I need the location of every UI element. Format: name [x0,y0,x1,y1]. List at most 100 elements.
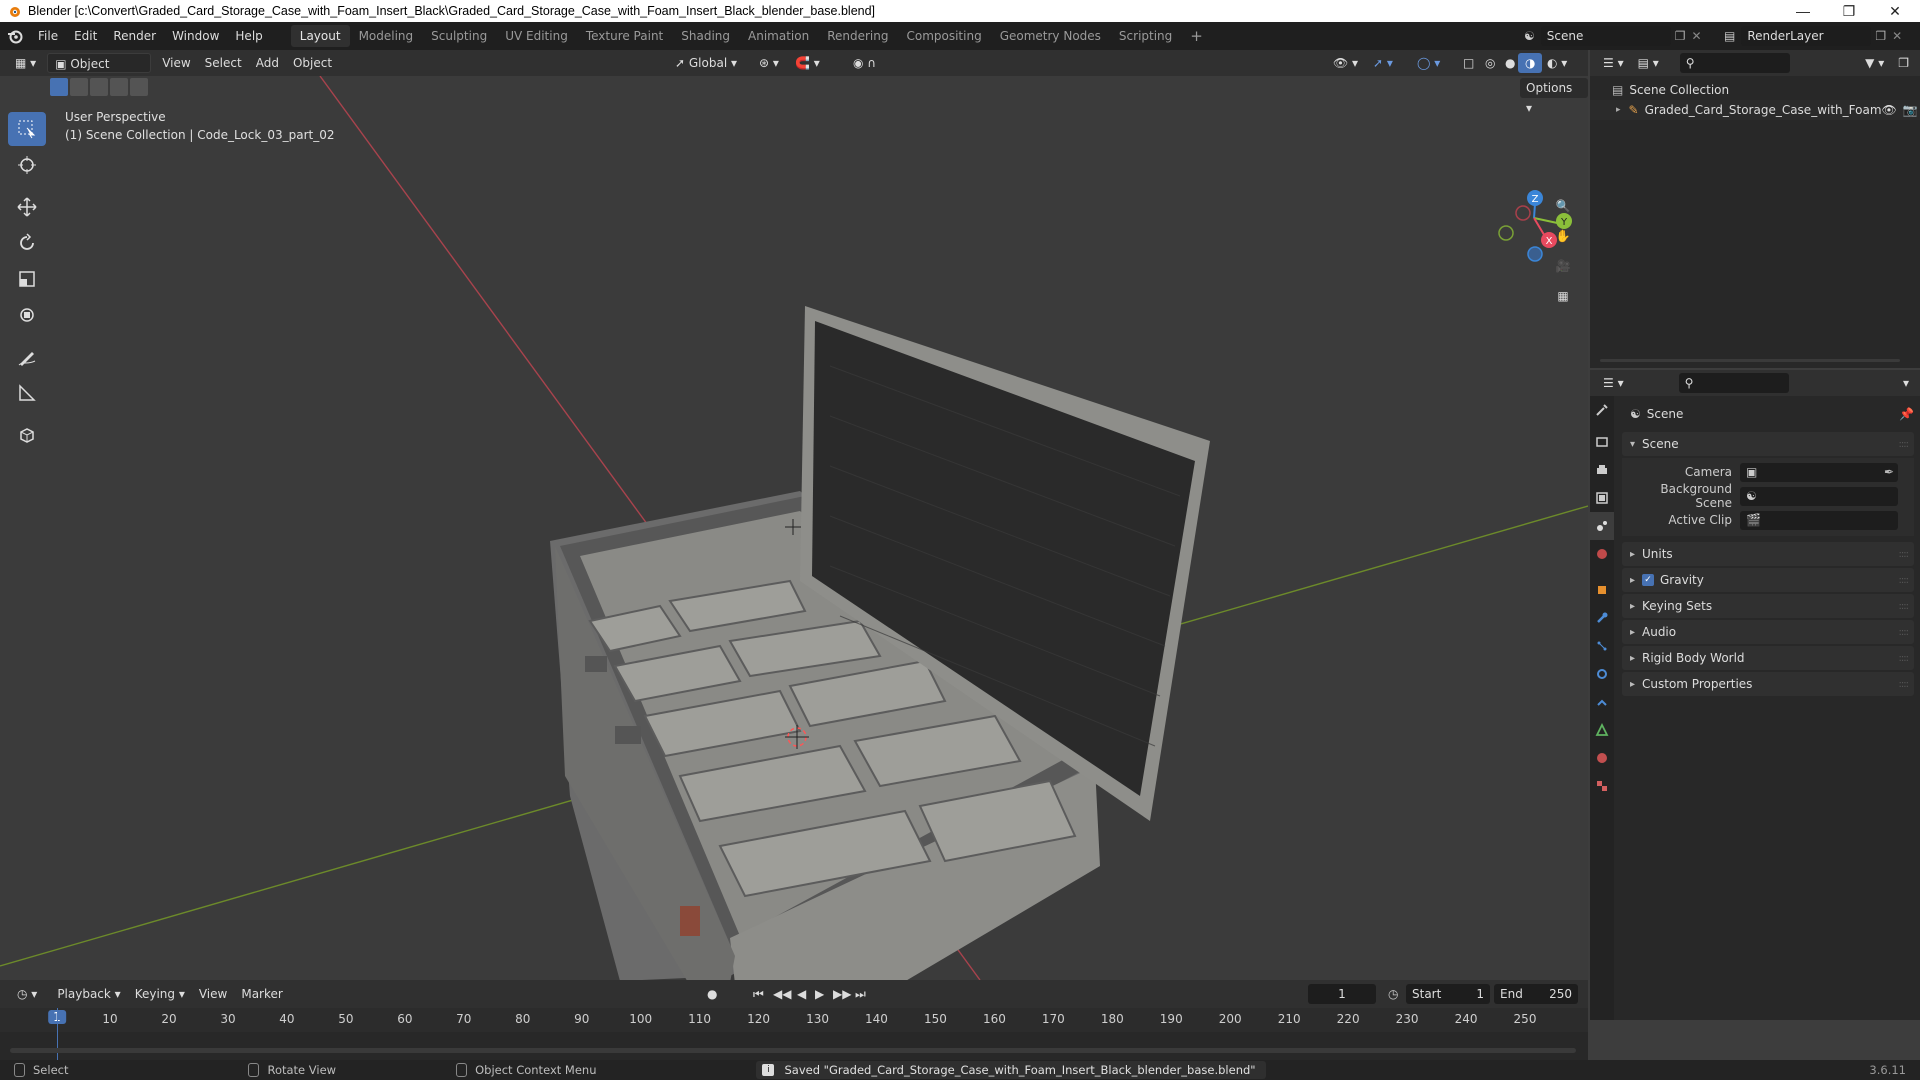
move-tool[interactable] [8,190,46,224]
visibility-icon[interactable]: 👁 ▾ [1326,53,1365,73]
menu-help[interactable]: Help [227,25,270,47]
pin-icon[interactable]: 📌 [1899,407,1914,421]
menu-file[interactable]: File [30,25,66,47]
panel-custom-properties[interactable]: ▸ Custom Properties:::: [1622,672,1914,696]
view-layer-field[interactable]: RenderLayer [1741,26,1872,46]
workspace-tab-compositing[interactable]: Compositing [897,25,990,47]
select-extend-icon[interactable] [70,78,88,96]
current-frame-field[interactable]: 1 [1308,984,1376,1004]
viewport-menu-add[interactable]: Add [249,53,286,73]
timeline-menu-marker[interactable]: Marker [234,984,289,1004]
timeline-menu-view[interactable]: View [192,984,234,1004]
panel-rigid-body-world[interactable]: ▸ Rigid Body World:::: [1622,646,1914,670]
status-report[interactable]: i Saved "Graded_Card_Storage_Case_with_Fo… [756,1061,1266,1079]
timeline-editor[interactable]: 1102030405060708090100110120130140150160… [0,1008,1588,1060]
outliner-filter-icon[interactable]: ▼ ▾ [1858,53,1891,73]
eyedropper-icon[interactable]: ✒ [1884,465,1894,479]
tab-material[interactable] [1590,744,1614,772]
menu-render[interactable]: Render [105,25,164,47]
viewport-menu-object[interactable]: Object [286,53,339,73]
new-collection-icon[interactable]: ❐ [1891,53,1916,73]
add-workspace-icon[interactable]: + [1181,25,1212,47]
workspace-tab-texture-paint[interactable]: Texture Paint [577,25,672,47]
outliner-display-mode-icon[interactable]: ▤ ▾ [1631,53,1666,73]
expand-arrow-icon[interactable]: ▸ [1616,105,1621,115]
timeline-scrollbar[interactable] [10,1048,1576,1053]
panel-units[interactable]: ▸ Units:::: [1622,542,1914,566]
camera-field[interactable]: ▣ ✒ [1740,462,1898,482]
timeline-editor-type-icon[interactable]: ◷ ▾ [10,984,44,1004]
new-view-layer-icon[interactable]: ❐ [1875,29,1886,43]
zoom-icon[interactable]: 🔍 [1550,193,1576,219]
proportional-editing-icon[interactable]: ◉ ∩ [846,53,883,73]
options-dropdown[interactable]: Options ▾ [1520,78,1588,115]
workspace-tab-animation[interactable]: Animation [739,25,818,47]
timeline-ruler[interactable]: 1102030405060708090100110120130140150160… [0,1008,1588,1032]
drag-grip-icon[interactable]: :::: [1899,549,1910,560]
scale-tool[interactable] [8,262,46,296]
auto-keying-icon[interactable]: ● [700,984,724,1004]
select-new-icon[interactable] [50,78,68,96]
snap-icon[interactable]: 🧲 ▾ [788,53,827,73]
select-subtract-icon[interactable] [90,78,108,96]
workspace-tab-sculpting[interactable]: Sculpting [422,25,496,47]
workspace-tab-shading[interactable]: Shading [672,25,739,47]
3d-viewport[interactable]: Z Y X User Perspective (1) Scene Collect… [0,76,1588,980]
menu-window[interactable]: Window [164,25,227,47]
tab-data[interactable] [1590,716,1614,744]
outliner-row-scene-collection[interactable]: ▤ Scene Collection [1590,80,1920,100]
workspace-tab-scripting[interactable]: Scripting [1110,25,1181,47]
active-clip-field[interactable]: 🎬 [1740,510,1898,530]
viewport-menu-view[interactable]: View [155,53,197,73]
properties-editor-type-icon[interactable]: ☰ ▾ [1596,373,1631,393]
jump-end-icon[interactable]: ⏭ [848,984,873,1004]
menu-edit[interactable]: Edit [66,25,105,47]
pivot-point-icon[interactable]: ⊛ ▾ [752,53,786,73]
overlays-toggle-icon[interactable]: ◯ ▾ [1410,53,1447,73]
perspective-toggle-icon[interactable]: ▦ [1550,283,1576,309]
annotate-tool[interactable] [8,340,46,374]
select-invert-icon[interactable] [110,78,128,96]
select-intersect-icon[interactable] [130,78,148,96]
timeline-menu-keying[interactable]: Keying ▾ [128,984,192,1004]
camera-view-icon[interactable]: 🎥 [1550,253,1576,279]
scene-selector[interactable]: ☯ Scene ❐ ✕ [1524,25,1702,47]
rendered-shading-icon[interactable]: ◐ ▾ [1540,53,1574,73]
measure-tool[interactable] [8,376,46,410]
select-box-tool[interactable] [8,112,46,146]
workspace-tab-uv-editing[interactable]: UV Editing [496,25,577,47]
scene-field[interactable]: Scene [1540,26,1671,46]
workspace-tab-layout[interactable]: Layout [290,25,350,47]
workspace-tab-geometry-nodes[interactable]: Geometry Nodes [991,25,1110,47]
pan-hand-icon[interactable]: ✋ [1550,223,1576,249]
background-scene-field[interactable]: ☯ [1740,486,1898,506]
gizmo-toggle-icon[interactable]: ➚ ▾ [1366,53,1400,73]
object-mode-dropdown[interactable]: ▣ Object Mode ▾ [47,53,152,91]
outliner-scrollbar[interactable] [1600,359,1900,362]
gravity-checkbox[interactable]: ✓ [1642,574,1654,586]
end-frame-field[interactable]: End 250 [1494,984,1578,1004]
editor-type-icon[interactable]: ▦ ▾ [8,53,43,73]
drag-grip-icon[interactable]: :::: [1899,601,1910,612]
tab-texture[interactable] [1590,772,1614,800]
drag-grip-icon[interactable]: :::: [1899,439,1910,450]
viewport-menu-select[interactable]: Select [198,53,249,73]
drag-grip-icon[interactable]: :::: [1899,627,1910,638]
visibility-eye-icon[interactable]: 👁 [1882,103,1897,117]
minimize-button[interactable]: — [1780,0,1826,22]
panel-keying-sets[interactable]: ▸ Keying Sets:::: [1622,594,1914,618]
preview-range-icon[interactable]: ◷ [1388,987,1398,1001]
transform-orientation-dropdown[interactable]: ➚ Global ▾ [668,53,744,73]
panel-gravity[interactable]: ▸ ✓ Gravity:::: [1622,568,1914,592]
maximize-button[interactable]: ❐ [1826,0,1872,22]
blender-menu-icon[interactable] [0,28,30,44]
delete-view-layer-icon[interactable]: ✕ [1892,29,1902,43]
render-camera-icon[interactable]: 📷 [1903,103,1918,117]
transform-tool[interactable] [8,298,46,332]
outliner-row-object[interactable]: ▸ ✎ Graded_Card_Storage_Case_with_Foam 👁… [1590,100,1920,120]
drag-grip-icon[interactable]: :::: [1899,653,1910,664]
workspace-tab-rendering[interactable]: Rendering [818,25,897,47]
material-preview-shading-icon[interactable]: ◑ [1518,53,1543,73]
rotate-tool[interactable] [8,226,46,260]
drag-grip-icon[interactable]: :::: [1899,679,1910,690]
